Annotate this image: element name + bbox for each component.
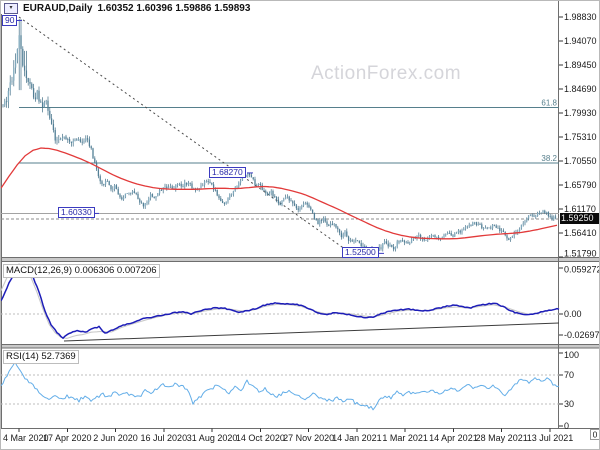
marker-90-label[interactable]: 90 [2,15,18,26]
horizontal-level-label[interactable]: 1.60330 [58,207,95,218]
rsi-indicator-label: RSI(14) 52.7369 [3,350,79,364]
price-axis-label: 1.65790 [564,180,597,190]
price-axis-label: 1.56410 [564,228,597,238]
date-axis-label: 16 Jul 2020 [141,433,188,443]
price-axis-label: 1.94070 [564,36,597,46]
shift-zero-label: 0 [593,430,598,440]
price-axis-label: 1.70550 [564,156,597,166]
resistance-price-label[interactable]: 1.68270 [209,167,246,178]
date-axis-label: 27 Nov 2020 [283,433,334,443]
date-axis-label: 31 Aug 2020 [187,433,238,443]
panel-separator[interactable] [1,257,600,262]
price-axis-label: 1.89450 [564,60,597,70]
current-price-tag: 1.59250 [560,213,599,224]
rsi-line [1,361,560,411]
date-axis-label: 14 Jan 2021 [332,433,382,443]
price-axis-label: 1.79930 [564,108,597,118]
macd-indicator-label: MACD(12,26,9) 0.006306 0.007206 [3,264,160,278]
date-axis-label: 28 May 2021 [476,433,528,443]
fib-level-label: 38.2 [541,154,557,163]
date-axis-label: 14 Apr 2021 [429,433,478,443]
ma-line [1,147,558,240]
macd-axis-label: -0.026978 [564,330,600,340]
price-axis-label: 1.98830 [564,12,597,22]
date-axis-label: 17 Apr 2020 [43,433,92,443]
ohlc-readout: 1.60352 1.60396 1.59886 1.59893 [97,2,251,14]
rsi-axis-label: 30 [564,399,574,409]
price-axis-label: 1.75310 [564,132,597,142]
macd-axis-label: 0.059272 [564,265,600,275]
price-axis-label: 1.84690 [564,84,597,94]
date-axis-label: 1 Mar 2021 [382,433,428,443]
macd-axis-label: 0.00 [564,309,582,319]
rsi-axis-label: 100 [564,350,579,360]
chart-canvas[interactable]: 61.8 38.2 1.98830 1.94070 1.89450 1.84690 1.79… [1,1,600,450]
fib-level-label: 61.8 [541,98,557,107]
date-axis-label: 13 Jul 2021 [527,433,574,443]
macd-trendline[interactable] [63,322,560,342]
mt4-chart-window: ActionForex.com 61.8 38.2 1.98830 1.94070 1.… [0,0,600,450]
date-axis-label: 4 Mar 2020 [3,433,49,443]
panel-separator[interactable] [1,344,600,349]
chart-title: EURAUD,Daily [23,2,93,14]
chart-window-icon: ▾ [4,2,18,14]
date-axis-label: 2 Jun 2020 [93,433,138,443]
price-axis-label: 1.51790 [564,249,597,259]
date-axis-label: 14 Oct 2020 [236,433,285,443]
rsi-axis-label: 70 [564,370,574,380]
rsi-axis-label: 0 [564,421,569,431]
chart-titlebar: ▾ EURAUD,Daily 1.60352 1.60396 1.59886 1… [4,2,250,14]
support-price-label[interactable]: 1.52500 [342,247,379,258]
